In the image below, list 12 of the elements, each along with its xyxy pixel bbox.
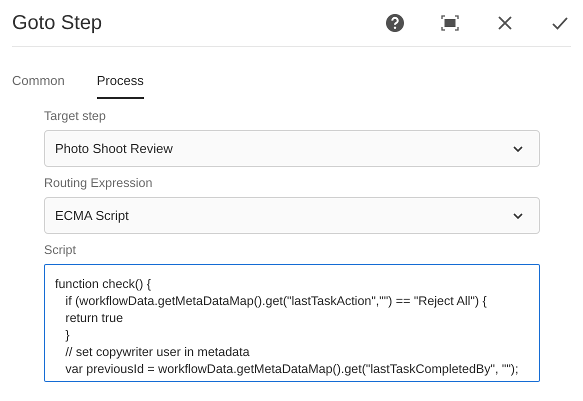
- chevron-down-icon: [513, 212, 523, 218]
- tab[interactable]: Common: [12, 73, 65, 99]
- dialog-title: Goto Step: [12, 12, 104, 34]
- script-field[interactable]: function check() { if (workflowData.getMetaDataMap().get("lastTaskAction","") == "Reject All") { return true } // set copywriter user in metadata var previousId = workflowData.getMetaDataMap().get("lastTaskCompletedBy", "");: [44, 264, 540, 382]
- field-label: Script: [44, 243, 77, 257]
- field-label: Routing Expression: [44, 176, 154, 190]
- tab[interactable]: Process: [96, 73, 144, 99]
- dropdown[interactable]: ECMA Script: [44, 197, 540, 234]
- dropdown[interactable]: Photo Shoot Review: [44, 130, 540, 167]
- help-icon[interactable]: [384, 12, 406, 34]
- field-label: Target step: [44, 109, 107, 123]
- chevron-down-icon: [513, 146, 523, 152]
